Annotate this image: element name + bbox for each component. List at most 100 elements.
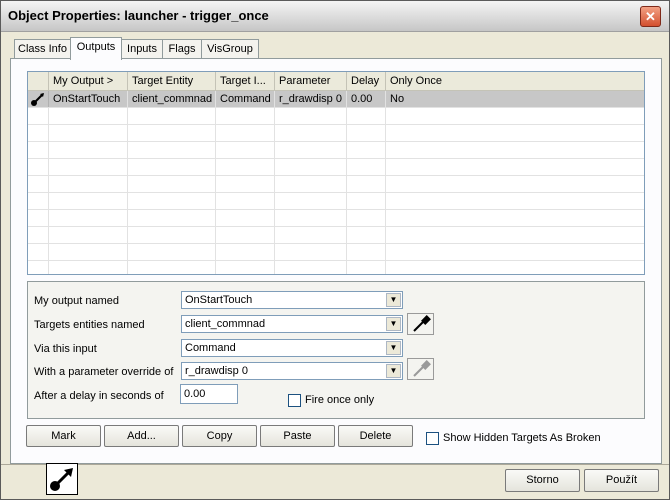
empty-cell: [28, 244, 49, 260]
empty-cell: [216, 159, 275, 175]
empty-cell: [128, 261, 216, 274]
empty-cell: [347, 261, 386, 274]
param-combo[interactable]: r_drawdisp 0 ▼: [181, 362, 403, 380]
empty-row: [28, 261, 644, 274]
output-arrow-icon: [50, 468, 73, 491]
paste-button[interactable]: Paste: [260, 425, 335, 447]
title-bar[interactable]: Object Properties: launcher - trigger_on…: [1, 1, 669, 32]
empty-cell: [28, 142, 49, 158]
column-delay[interactable]: Delay: [347, 72, 386, 90]
copy-button[interactable]: Copy: [182, 425, 257, 447]
tab-flags[interactable]: Flags: [162, 39, 202, 58]
fire-once-label: Fire once only: [305, 394, 375, 406]
param-combo-value: r_drawdisp 0: [185, 365, 248, 377]
outputs-list[interactable]: My Output > Target Entity Target I... Pa…: [27, 71, 645, 275]
chevron-down-icon[interactable]: ▼: [386, 364, 401, 378]
empty-cell: [216, 142, 275, 158]
column-parameter[interactable]: Parameter: [275, 72, 347, 90]
empty-cell: [216, 261, 275, 274]
empty-cell: [386, 108, 644, 124]
delay-input[interactable]: 0.00: [180, 384, 238, 404]
tab-outputs[interactable]: Outputs: [70, 37, 122, 60]
empty-cell: [216, 227, 275, 243]
empty-cell: [275, 193, 347, 209]
mark-button[interactable]: Mark: [26, 425, 101, 447]
object-properties-dialog: Object Properties: launcher - trigger_on…: [0, 0, 670, 500]
input-combo-value: Command: [185, 342, 236, 354]
empty-cell: [386, 261, 644, 274]
cell-delay: 0.00: [347, 91, 386, 107]
empty-cell: [216, 108, 275, 124]
empty-cell: [28, 159, 49, 175]
empty-cell: [216, 193, 275, 209]
empty-cell: [347, 244, 386, 260]
apply-button[interactable]: Použít: [584, 469, 659, 492]
empty-cell: [49, 176, 128, 192]
empty-cell: [49, 142, 128, 158]
empty-cell: [386, 193, 644, 209]
add-button[interactable]: Add...: [104, 425, 179, 447]
output-combo[interactable]: OnStartTouch ▼: [181, 291, 403, 309]
empty-cell: [347, 227, 386, 243]
tab-visgroup-label: VisGroup: [207, 43, 253, 55]
show-hidden-checkbox[interactable]: [426, 432, 439, 445]
cell-parameter: r_drawdisp 0: [275, 91, 347, 107]
empty-cell: [275, 176, 347, 192]
empty-cell: [275, 210, 347, 226]
target-combo[interactable]: client_commnad ▼: [181, 315, 403, 333]
empty-cell: [386, 227, 644, 243]
empty-row: [28, 227, 644, 244]
input-combo[interactable]: Command ▼: [181, 339, 403, 357]
eyedropper-icon: [413, 315, 431, 332]
tab-inputs[interactable]: Inputs: [121, 39, 163, 58]
empty-cell: [275, 159, 347, 175]
empty-row: [28, 159, 644, 176]
column-my-output[interactable]: My Output >: [49, 72, 128, 90]
tab-outputs-label: Outputs: [76, 41, 116, 53]
empty-cell: [28, 210, 49, 226]
eyedropper-icon: [413, 360, 431, 377]
header-icon-column: [28, 72, 49, 90]
empty-cell: [49, 261, 128, 274]
close-button[interactable]: ✕: [640, 6, 661, 27]
column-target-input[interactable]: Target I...: [216, 72, 275, 90]
empty-cell: [216, 210, 275, 226]
empty-cell: [216, 176, 275, 192]
empty-row: [28, 125, 644, 142]
empty-cell: [386, 159, 644, 175]
entity-icon-box: [46, 463, 78, 495]
fire-once-checkbox[interactable]: [288, 394, 301, 407]
empty-row: [28, 142, 644, 159]
column-only-once[interactable]: Only Once: [386, 72, 644, 90]
cancel-button[interactable]: Storno: [505, 469, 580, 492]
delay-value: 0.00: [184, 388, 206, 400]
table-row[interactable]: OnStartTouch client_commnad Command r_dr…: [28, 91, 644, 108]
empty-cell: [28, 108, 49, 124]
column-target-entity[interactable]: Target Entity: [128, 72, 216, 90]
empty-cell: [347, 108, 386, 124]
empty-cell: [275, 108, 347, 124]
tab-class-info[interactable]: Class Info: [14, 39, 71, 58]
chevron-down-icon[interactable]: ▼: [386, 317, 401, 331]
param-label: With a parameter override of: [34, 366, 174, 378]
cell-target-entity: client_commnad: [128, 91, 216, 107]
pick-parameter-button[interactable]: [407, 358, 434, 380]
empty-cell: [128, 142, 216, 158]
chevron-down-icon[interactable]: ▼: [386, 341, 401, 355]
chevron-down-icon[interactable]: ▼: [386, 293, 401, 307]
tab-visgroup[interactable]: VisGroup: [201, 39, 259, 58]
empty-cell: [386, 244, 644, 260]
close-icon: ✕: [645, 9, 656, 24]
grid-header: My Output > Target Entity Target I... Pa…: [28, 72, 644, 91]
delay-label: After a delay in seconds of: [34, 390, 164, 402]
pick-target-button[interactable]: [407, 313, 434, 335]
empty-cell: [216, 125, 275, 141]
empty-cell: [347, 176, 386, 192]
empty-cell: [49, 210, 128, 226]
empty-cell: [128, 176, 216, 192]
delete-button[interactable]: Delete: [338, 425, 413, 447]
empty-cell: [128, 159, 216, 175]
empty-cell: [128, 210, 216, 226]
empty-cell: [128, 227, 216, 243]
empty-cell: [275, 244, 347, 260]
